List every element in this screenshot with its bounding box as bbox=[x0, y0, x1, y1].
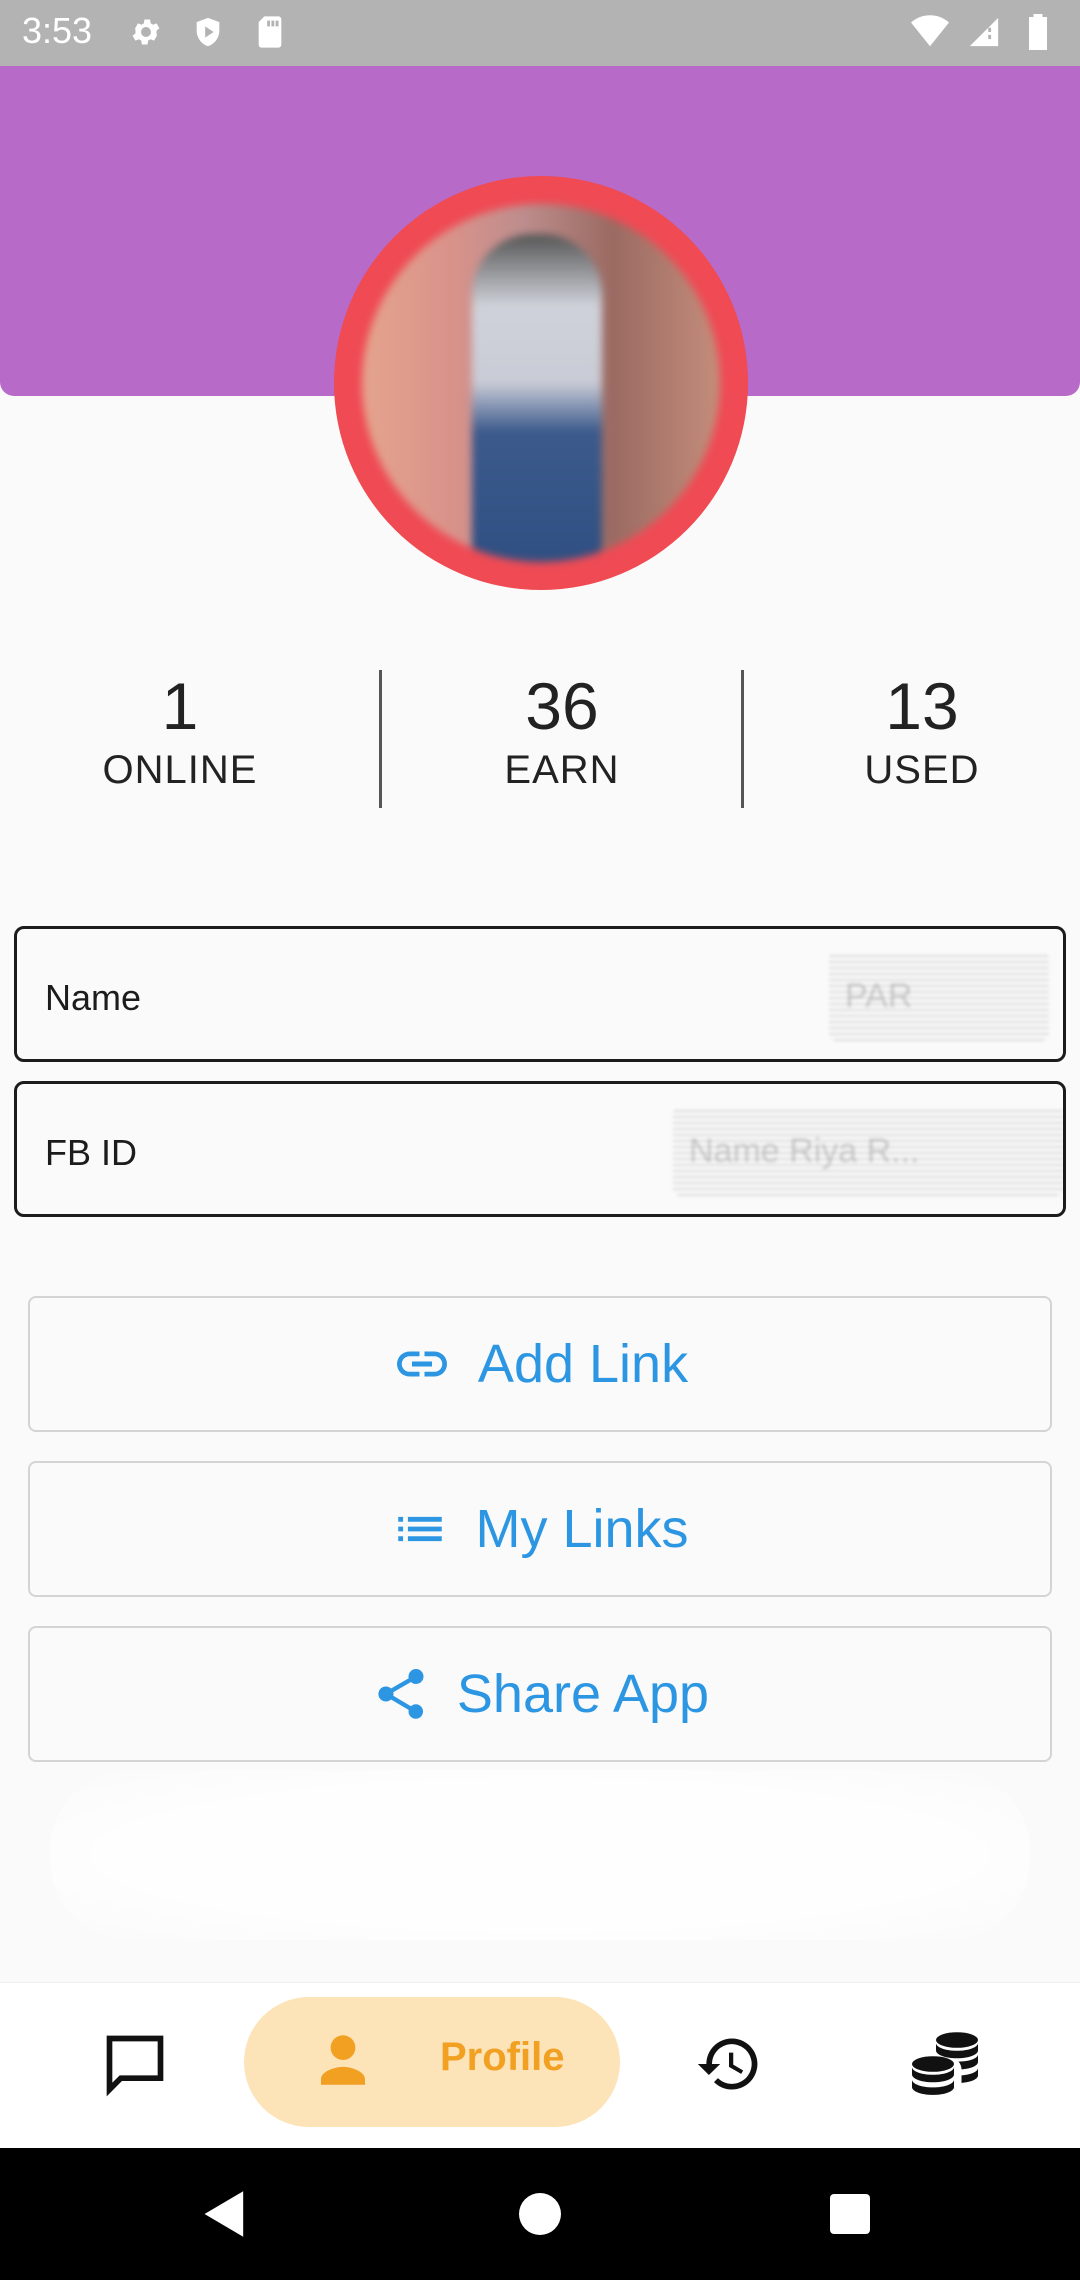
home-icon[interactable] bbox=[495, 2148, 585, 2280]
nav-profile[interactable]: Profile bbox=[244, 1997, 620, 2127]
stats-row: 1 ONLINE 36 EARN 13 USED bbox=[0, 668, 1080, 810]
back-icon[interactable] bbox=[180, 2148, 270, 2280]
stat-value: 1 bbox=[161, 669, 199, 743]
name-field-value: PAR bbox=[829, 951, 1049, 1041]
status-time: 3:53 bbox=[22, 10, 93, 51]
system-nav-bar bbox=[0, 2148, 1080, 2280]
gear-icon bbox=[126, 12, 166, 52]
add-link-button[interactable]: Add Link bbox=[28, 1296, 1052, 1432]
history-icon bbox=[695, 2030, 763, 2103]
fb-id-field-label: FB ID bbox=[45, 1132, 138, 1173]
recents-icon[interactable] bbox=[805, 2148, 895, 2280]
share-icon bbox=[371, 1664, 431, 1724]
person-icon bbox=[310, 2027, 376, 2098]
name-field[interactable]: Name PAR bbox=[14, 926, 1066, 1062]
stat-value: 36 bbox=[525, 669, 599, 743]
signal-icon bbox=[964, 12, 1004, 52]
stat-online: 1 ONLINE bbox=[0, 668, 360, 796]
fb-id-field-value: Name Riya R... bbox=[673, 1106, 1063, 1196]
share-app-label: Share App bbox=[456, 1664, 710, 1724]
wifi-icon bbox=[910, 12, 950, 52]
nav-chat[interactable] bbox=[70, 1983, 200, 2149]
stat-used: 13 USED bbox=[742, 668, 1080, 796]
name-field-label: Name bbox=[45, 977, 142, 1018]
add-link-label: Add Link bbox=[477, 1334, 689, 1394]
fb-id-field[interactable]: FB ID Name Riya R... bbox=[14, 1081, 1066, 1217]
stat-label: USED bbox=[864, 748, 980, 792]
status-bar: 3:53 bbox=[0, 0, 1080, 66]
stat-value: 13 bbox=[885, 669, 959, 743]
nav-profile-label: Profile bbox=[440, 2035, 565, 2079]
sd-card-icon bbox=[250, 12, 290, 52]
nav-history[interactable] bbox=[664, 1983, 794, 2149]
link-icon bbox=[392, 1334, 452, 1394]
list-icon bbox=[391, 1500, 449, 1558]
battery-icon bbox=[1018, 12, 1058, 52]
my-links-label: My Links bbox=[475, 1499, 689, 1559]
coins-icon bbox=[906, 2028, 984, 2105]
bottom-nav: Profile bbox=[0, 1982, 1080, 2148]
chat-icon bbox=[101, 2030, 169, 2103]
shield-play-icon bbox=[188, 12, 228, 52]
stat-label: EARN bbox=[504, 748, 620, 792]
my-links-button[interactable]: My Links bbox=[28, 1461, 1052, 1597]
stat-earn: 36 EARN bbox=[382, 668, 742, 796]
avatar-photo bbox=[362, 204, 720, 562]
profile-avatar[interactable] bbox=[334, 176, 748, 590]
nav-coins[interactable] bbox=[880, 1983, 1010, 2149]
ad-placeholder bbox=[50, 1770, 1030, 1940]
stat-label: ONLINE bbox=[102, 748, 258, 792]
share-app-button[interactable]: Share App bbox=[28, 1626, 1052, 1762]
